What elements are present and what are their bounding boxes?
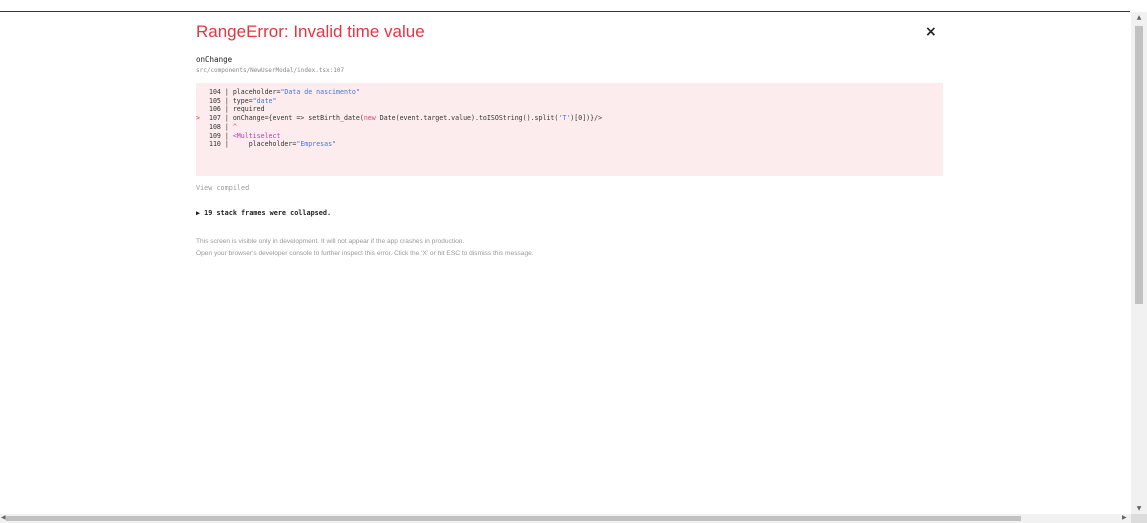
horizontal-scrollbar[interactable]: ◀ ▶ xyxy=(0,514,1131,523)
code-line: 110 | placeholder="Empresas" xyxy=(208,140,337,149)
code-line-error: > 107 | onChange={event => setBirth_date… xyxy=(196,114,603,123)
error-function-name: onChange xyxy=(196,55,233,64)
scrollbar-corner xyxy=(1131,514,1147,523)
horizontal-scroll-thumb[interactable] xyxy=(6,516,1021,521)
code-line: 105 | type="date" xyxy=(208,96,277,105)
vertical-scroll-thumb[interactable] xyxy=(1135,26,1143,304)
vertical-scrollbar[interactable]: ▲ ▼ xyxy=(1131,12,1147,514)
scroll-right-icon[interactable]: ▶ xyxy=(1122,514,1127,521)
code-snippet: 104 | placeholder="Data de nascimento" 1… xyxy=(196,83,943,176)
top-border xyxy=(0,11,1130,12)
view-compiled-link[interactable]: View compiled xyxy=(196,184,249,192)
scroll-down-icon[interactable]: ▼ xyxy=(1131,505,1147,512)
code-line: 109 | <Multiselect xyxy=(208,131,281,140)
scroll-up-icon[interactable]: ▲ xyxy=(1131,14,1147,21)
stack-frames-toggle[interactable]: ▶ 19 stack frames were collapsed. xyxy=(196,209,331,217)
close-button[interactable]: × xyxy=(925,24,937,40)
footer-note: This screen is visible only in developme… xyxy=(196,236,796,259)
scroll-left-icon[interactable]: ◀ xyxy=(1,514,6,521)
error-source-path: src/components/NewUserModal/index.tsx:10… xyxy=(196,67,345,74)
footer-line-2: Open your browser's developer console to… xyxy=(196,249,534,257)
code-line: 104 | placeholder="Data de nascimento" xyxy=(208,88,360,96)
code-line: 108 | ^ xyxy=(208,122,237,131)
code-line: 106 | required xyxy=(208,105,265,114)
footer-line-1: This screen is visible only in developme… xyxy=(196,238,465,245)
error-title: RangeError: Invalid time value xyxy=(196,22,425,41)
